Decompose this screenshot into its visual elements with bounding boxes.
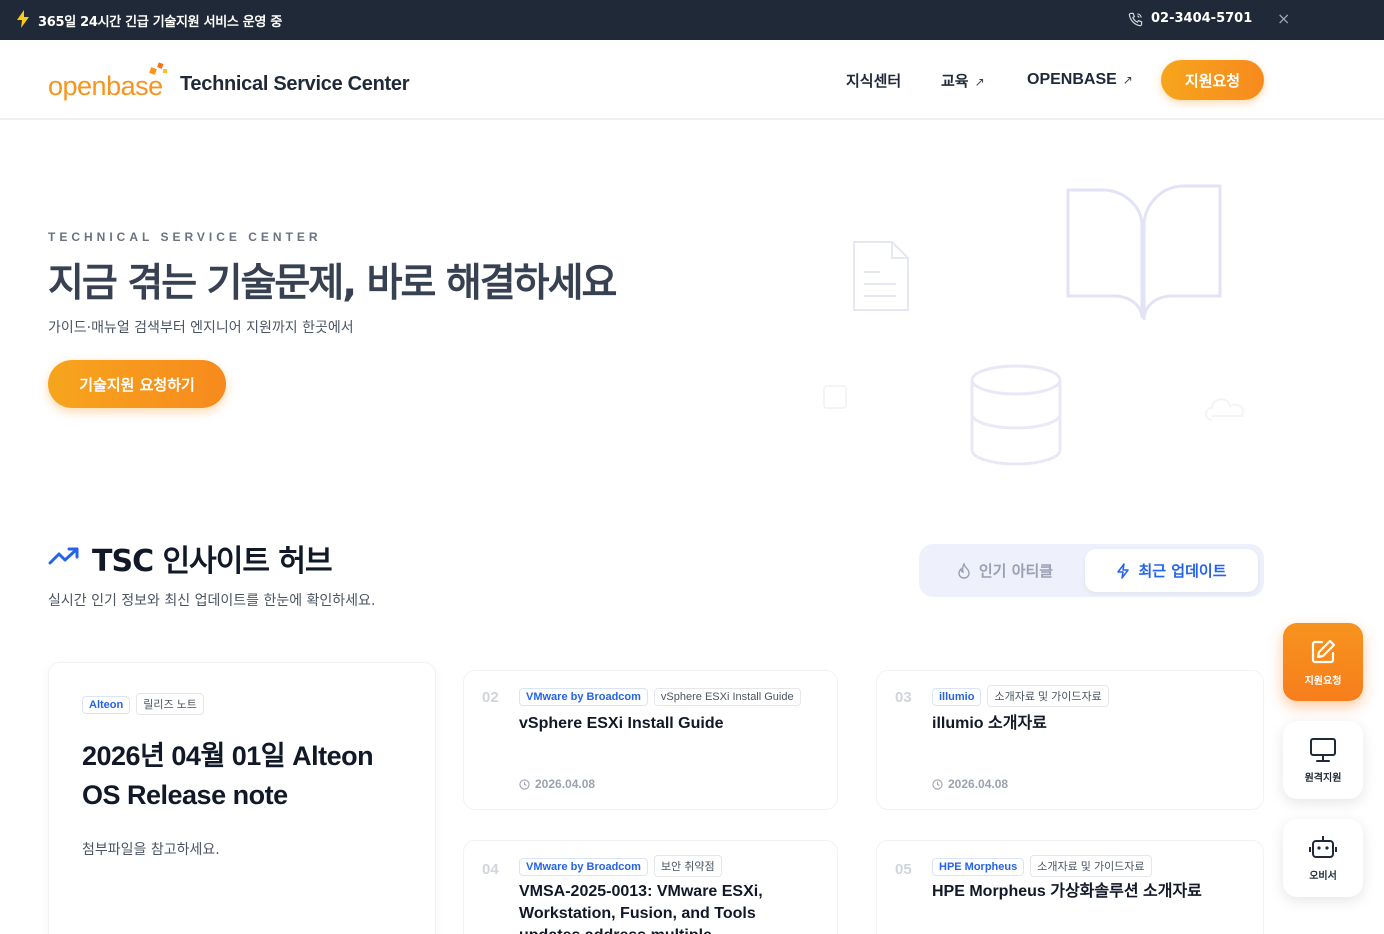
tag-list: Alteon 릴리즈 노트 — [82, 693, 210, 715]
lightning-icon — [17, 10, 29, 28]
article-title: 2026년 04월 01일 Alteon OS Release note — [82, 741, 374, 810]
hub-title: TSC 인사이트 허브 — [92, 544, 333, 579]
logo-mark-icon — [149, 62, 167, 75]
article-rank: 03 — [895, 689, 912, 706]
nav-label: 지식센터 — [846, 72, 902, 90]
request-tech-support-button[interactable]: 기술지원 요청하기 — [48, 360, 226, 408]
article-title: illumio 소개자료 — [932, 715, 1047, 732]
cloud-decor-icon — [1205, 398, 1244, 421]
database-illustration-icon — [970, 364, 1062, 466]
robot-icon — [1309, 835, 1337, 858]
tab-label: 최근 업데이트 — [1138, 562, 1227, 580]
vendor-tag: VMware by Broadcom — [519, 858, 648, 876]
article-title: VMSA-2025-0013: VMware ESXi, Workstation… — [519, 883, 763, 934]
article-rank: 04 — [482, 861, 499, 878]
article-date: 2026.04.08 — [519, 777, 595, 791]
flame-icon — [958, 562, 970, 579]
external-link-icon: ↗ — [1122, 73, 1133, 87]
external-link-icon: ↗ — [974, 75, 985, 89]
nav-openbase[interactable]: OPENBASE ↗ — [1027, 71, 1133, 89]
tab-label: 인기 아티클 — [978, 562, 1054, 580]
site-title[interactable]: Technical Service Center — [180, 73, 410, 96]
small-square-decor-icon — [823, 385, 847, 409]
clock-icon — [932, 778, 943, 790]
close-icon[interactable]: × — [1277, 9, 1290, 28]
floating-support-request-button[interactable]: 지원요청 — [1283, 623, 1363, 701]
tab-popular-articles[interactable]: 인기 아티클 — [925, 549, 1085, 592]
category-tag: 소개자료 및 가이드자료 — [1030, 855, 1152, 877]
article-description: 첨부파일을 참고하세요. — [82, 842, 220, 858]
announcement-bar: 365일 24시간 긴급 기술지원 서비스 운영 중 02-3404-5701 … — [0, 0, 1384, 40]
nav-education[interactable]: 교육 ↗ — [941, 70, 985, 91]
vendor-tag: VMware by Broadcom — [519, 688, 648, 706]
article-date: 2026.04.08 — [932, 777, 1008, 791]
lightning-icon — [1117, 562, 1130, 579]
hero-eyebrow: TECHNICAL SERVICE CENTER — [48, 230, 322, 244]
fab-label: 지원요청 — [1304, 675, 1342, 687]
category-tag: 릴리즈 노트 — [136, 693, 204, 715]
floating-remote-support-button[interactable]: 원격지원 — [1283, 721, 1363, 799]
vendor-tag: illumio — [932, 688, 982, 706]
fab-label: 원격지원 — [1304, 772, 1342, 784]
featured-article-card[interactable]: Alteon 릴리즈 노트 2026년 04월 01일 Alteon OS Rel… — [48, 662, 436, 934]
vendor-tag: HPE Morpheus — [932, 858, 1025, 876]
article-card[interactable]: 04 VMware by Broadcom 보안 취약점 VMSA-2025-00… — [463, 840, 838, 934]
fab-label: 오비서 — [1309, 870, 1337, 882]
tag-list: VMware by Broadcom vSphere ESXi Install G… — [519, 685, 807, 706]
monitor-icon — [1310, 737, 1336, 762]
openbase-logo[interactable]: openbase — [48, 62, 167, 102]
category-tag: 보안 취약점 — [653, 855, 722, 877]
logo-text-open: open — [48, 71, 107, 101]
article-title: vSphere ESXi Install Guide — [519, 715, 724, 732]
announcement-text: 365일 24시간 긴급 기술지원 서비스 운영 중 — [38, 15, 282, 30]
hub-tab-toggle: 인기 아티클 최근 업데이트 — [919, 544, 1264, 597]
floating-chatbot-button[interactable]: 오비서 — [1283, 819, 1363, 897]
date-text: 2026.04.08 — [948, 777, 1009, 791]
article-rank: 02 — [482, 689, 499, 706]
tag-list: illumio 소개자료 및 가이드자료 — [932, 685, 1115, 707]
category-tag: 소개자료 및 가이드자료 — [987, 685, 1109, 707]
clock-icon — [519, 778, 530, 790]
nav-label: OPENBASE — [1027, 71, 1117, 88]
tag-list: VMware by Broadcom 보안 취약점 — [519, 855, 728, 877]
tag-list: HPE Morpheus 소개자료 및 가이드자료 — [932, 855, 1158, 877]
open-book-illustration-icon — [1066, 184, 1222, 321]
article-card[interactable]: 02 VMware by Broadcom vSphere ESXi Instal… — [463, 670, 838, 810]
hero-title: 지금 겪는 기술문제, 바로 해결하세요 — [48, 261, 617, 306]
trending-up-icon — [48, 547, 79, 565]
document-illustration-icon — [853, 241, 909, 311]
article-title: HPE Morpheus 가상화솔루션 소개자료 — [932, 883, 1202, 900]
site-header: openbase Technical Service Center 지식센터 교… — [0, 40, 1384, 120]
hero-subtitle: 가이드·매뉴얼 검색부터 엔지니어 지원까지 한곳에서 — [48, 320, 354, 336]
nav-label: 교육 — [941, 72, 969, 90]
edit-icon — [1311, 639, 1336, 663]
date-text: 2026.04.08 — [535, 777, 596, 791]
article-card[interactable]: 03 illumio 소개자료 및 가이드자료 illumio 소개자료 2026… — [876, 670, 1264, 810]
article-card[interactable]: 05 HPE Morpheus 소개자료 및 가이드자료 HPE Morpheus… — [876, 840, 1264, 934]
hub-subtitle: 실시간 인기 정보와 최신 업데이트를 한눈에 확인하세요. — [48, 593, 376, 609]
phone-icon — [1128, 12, 1143, 27]
vendor-tag: Alteon — [82, 696, 131, 714]
phone-number[interactable]: 02-3404-5701 — [1151, 11, 1252, 26]
category-tag: vSphere ESXi Install Guide — [653, 688, 801, 706]
nav-knowledge-center[interactable]: 지식센터 — [846, 70, 901, 91]
support-request-button[interactable]: 지원요청 — [1161, 60, 1264, 100]
tab-recent-updates[interactable]: 최근 업데이트 — [1085, 549, 1258, 592]
article-rank: 05 — [895, 861, 912, 878]
